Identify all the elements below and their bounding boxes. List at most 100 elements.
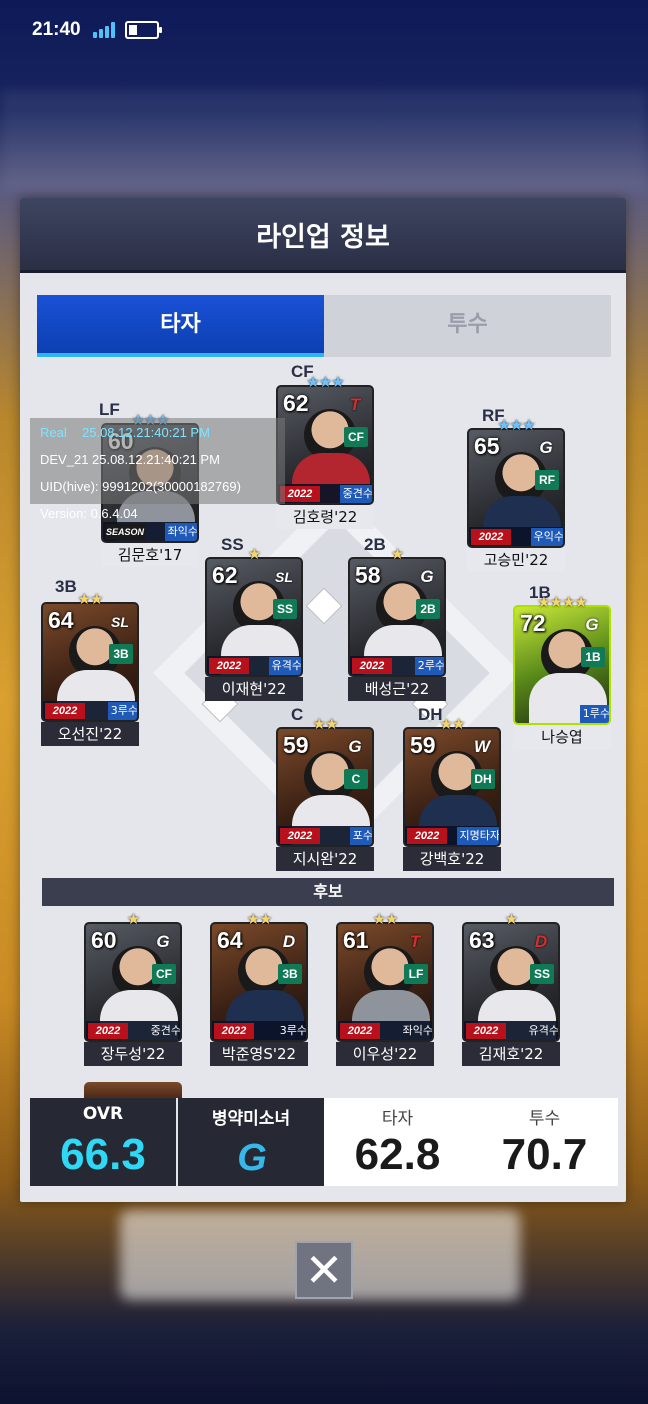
ovr-panel: OVR 66.3	[30, 1098, 176, 1186]
season-badge: 2022 V3	[280, 828, 320, 844]
star-rating: ★	[247, 545, 261, 563]
player-card-c[interactable]: 59 G C 2022 V3 포수 ★★ 지시완'22	[276, 715, 374, 871]
card-ovr: 59	[410, 732, 436, 758]
team-logo-icon: SL	[275, 569, 293, 585]
position-badge: CF	[152, 964, 176, 984]
bench-card[interactable]: 61 T LF 2022 V3 좌익수 ★★ 이우성'22	[336, 910, 434, 1066]
close-button[interactable]: ✕	[295, 1241, 353, 1299]
card-image: 65 G RF 2022 V3 우익수	[467, 428, 565, 548]
card-ovr: 62	[283, 390, 309, 416]
card-ovr: 65	[474, 433, 500, 459]
player-card-2b[interactable]: 58 G 2B 2022 V3 2루수 ★ 배성근'22	[348, 545, 446, 701]
bench-card[interactable]: 64 D 3B 2022 V3 3루수 ★★ 박준영S'22	[210, 910, 308, 1066]
debug-real: Real	[40, 425, 67, 440]
team-logo-icon: G	[420, 567, 434, 586]
card-strip: 2022 V3 3루수	[212, 1021, 307, 1040]
season-badge: 2022 V3	[340, 1023, 380, 1039]
season-badge: 2022 V3	[214, 1023, 254, 1039]
card-ovr: 64	[48, 607, 74, 633]
pitcher-stat: 투수 70.7	[471, 1098, 618, 1186]
card-strip: 2022 V3 지명타자	[405, 826, 499, 845]
role-badge: 유격수	[528, 1024, 559, 1037]
player-card-dh[interactable]: 59 W DH 2022 V3 지명타자 ★★ 강백호'22	[403, 715, 501, 871]
season-badge: 2022 V3	[209, 658, 249, 674]
season-badge: 2022 V3	[471, 529, 511, 545]
position-badge: SS	[273, 599, 297, 619]
battery-icon	[125, 21, 162, 39]
team-logo-icon: T	[409, 932, 421, 951]
team-logo-icon: G	[156, 932, 170, 951]
stats-panel: 타자 62.8 투수 70.7	[324, 1098, 618, 1186]
role-badge: 1루수	[579, 705, 609, 723]
team-logo-icon: T	[349, 395, 361, 414]
role-badge: 지명타자	[456, 827, 499, 845]
close-icon: ✕	[304, 1243, 344, 1297]
team-logo-icon: G	[539, 438, 553, 457]
card-ovr: 62	[212, 562, 238, 588]
player-card-rf[interactable]: 65 G RF 2022 V3 우익수 ★★★ 고승민'22	[467, 416, 565, 572]
card-image: 59 W DH 2022 V3 지명타자	[403, 727, 501, 847]
player-card-1b[interactable]: 72 G 1B 1루수 ★★★★ 나승엽	[513, 593, 611, 749]
player-name: 박준영S'22	[210, 1042, 308, 1066]
card-image: 62 T CF 2022 V3 중견수	[276, 385, 374, 505]
season-badge: 2022 V3	[352, 658, 392, 674]
debug-dev-time: 25.08.12.21:40:21 PM	[92, 452, 220, 467]
ovr-value: 66.3	[60, 1130, 146, 1179]
role-badge: 중견수	[339, 485, 372, 503]
team-logo-icon: D	[534, 932, 548, 951]
season-badge: SEASON	[105, 524, 145, 540]
role-badge: 좌익수	[402, 1024, 433, 1037]
star-rating: ★★★★	[537, 593, 588, 611]
player-name: 김재호'22	[462, 1042, 560, 1066]
card-strip: 2022 V3 3루수	[43, 701, 137, 720]
card-image: 59 G C 2022 V3 포수	[276, 727, 374, 847]
role-badge: 포수	[349, 827, 372, 845]
position-badge: 3B	[278, 964, 302, 984]
star-rating: ★★	[439, 715, 466, 733]
modal-title: 라인업 정보	[256, 222, 390, 253]
tab-pitcher[interactable]: 투수	[324, 295, 611, 357]
player-name: 지시완'22	[276, 847, 374, 871]
position-badge: 1B	[581, 647, 605, 667]
background-blur	[0, 90, 648, 190]
season-badge: 2022 V3	[45, 703, 85, 719]
card-strip: 2022 V3 포수	[278, 826, 372, 845]
season-badge: 2022 V3	[88, 1023, 128, 1039]
status-bar: 21:40	[0, 0, 648, 60]
role-badge: 3루수	[279, 1024, 307, 1037]
tab-batter[interactable]: 타자	[37, 295, 324, 357]
signal-icon	[93, 22, 119, 38]
card-image: 64 SL 3B 2022 V3 3루수	[41, 602, 139, 722]
team-logo-icon: G	[237, 1137, 267, 1179]
tab-bar: 타자 투수	[37, 295, 611, 357]
debug-overlay-time: 25.08.12.21:40:21 PM	[82, 425, 210, 440]
pitcher-value: 70.7	[501, 1130, 588, 1179]
card-ovr: 64	[217, 927, 243, 953]
star-rating: ★★★	[497, 416, 535, 434]
debug-dev: DEV_21	[40, 452, 89, 467]
card-strip: 2022 V3 유격수	[464, 1021, 559, 1040]
bench-card-partial[interactable]	[84, 1082, 182, 1098]
position-badge: 3B	[109, 644, 133, 664]
player-name: 오선진'22	[41, 722, 139, 746]
position-badge: RF	[535, 470, 559, 490]
card-strip: 2022 V3 2루수	[350, 656, 444, 675]
card-strip: 2022 V3 우익수	[469, 527, 563, 546]
card-image: 62 SL SS 2022 V3 유격수	[205, 557, 303, 677]
card-strip: 2022 V3 유격수	[207, 656, 301, 675]
team-logo-icon: D	[282, 932, 296, 951]
star-rating: ★	[390, 545, 404, 563]
bench-card[interactable]: 60 G CF 2022 V3 중견수 ★ 장두성'22	[84, 910, 182, 1066]
team-logo-icon: W	[473, 737, 491, 756]
bench-card[interactable]: 63 D SS 2022 V3 유격수 ★ 김재호'22	[462, 910, 560, 1066]
card-image: 60 G CF 2022 V3 중견수	[84, 922, 182, 1042]
player-name: 고승민'22	[467, 548, 565, 572]
player-card-cf[interactable]: 62 T CF 2022 V3 중견수 ★★★ 김호령'22	[276, 373, 374, 529]
star-rating: ★★	[77, 590, 104, 608]
player-card-ss[interactable]: 62 SL SS 2022 V3 유격수 ★ 이재현'22	[205, 545, 303, 701]
position-badge: SS	[530, 964, 554, 984]
status-time: 21:40	[32, 19, 81, 40]
player-card-3b[interactable]: 64 SL 3B 2022 V3 3루수 ★★ 오선진'22	[41, 590, 139, 746]
debug-uid: UID(hive): 9991202(30000182769)	[40, 479, 241, 494]
star-rating: ★★★	[306, 373, 344, 391]
